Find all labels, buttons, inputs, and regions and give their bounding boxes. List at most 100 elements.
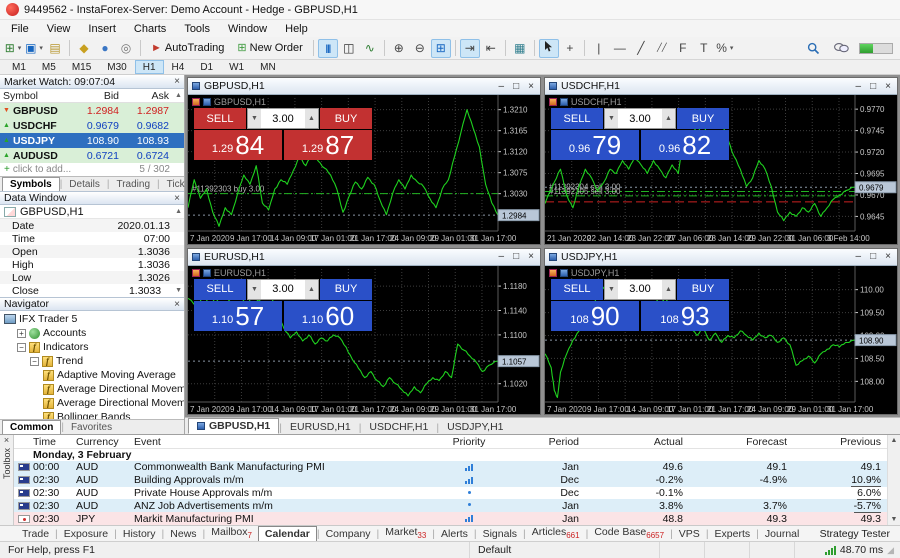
tree-item-bollinger-bands[interactable]: f Bollinger Bands <box>0 410 184 419</box>
buy-price[interactable]: 1.29 87 <box>284 130 372 160</box>
new-order-button[interactable]: ⊞ New Order <box>231 39 308 58</box>
column-header-symbol[interactable]: Symbol <box>0 90 73 102</box>
menu-item-file[interactable]: File <box>2 22 38 36</box>
status-connection[interactable]: 48.70 ms ◢ <box>795 542 900 558</box>
toolbox-tab-news[interactable]: News <box>164 527 202 541</box>
chat-button[interactable] <box>831 39 851 58</box>
maximize-icon[interactable]: □ <box>513 81 519 92</box>
menu-item-window[interactable]: Window <box>219 22 276 36</box>
arrow-objects-button[interactable]: % ▾ <box>715 39 735 58</box>
sell-button[interactable]: SELL <box>551 278 603 300</box>
minimize-icon[interactable]: – <box>499 81 505 92</box>
menu-item-view[interactable]: View <box>38 22 80 36</box>
bar-chart-button[interactable]: ||| <box>317 38 338 58</box>
close-icon[interactable]: × <box>174 193 180 204</box>
chart-canvas[interactable]: USDJPY,H1 SELL ▼ 3.00 ▲ BUY 108 90 108 93 110.00 10… <box>545 265 897 414</box>
sell-price[interactable]: 0.96 79 <box>551 130 639 160</box>
chart-tab-eurusd-h1[interactable]: EURUSD,H1 <box>282 420 359 434</box>
toolbox-tab-company[interactable]: Company <box>320 527 377 541</box>
volume-stepper[interactable]: ▼ 3.00 ▲ <box>247 278 319 300</box>
crosshair-button[interactable]: + <box>560 39 580 58</box>
column-header-bid[interactable]: Bid <box>73 90 123 102</box>
market-watch-add-row[interactable]: + click to add... 5 / 302 <box>0 163 184 176</box>
collapse-minus-icon[interactable]: − <box>30 356 39 366</box>
buy-button[interactable]: BUY <box>320 108 372 129</box>
chart-window-titlebar[interactable]: USDJPY,H1 – □ × <box>545 248 897 266</box>
column-header-ask[interactable]: Ask <box>123 90 173 102</box>
calendar-row[interactable]: 02:30 AUD ANZ Job Advertisements m/m Jan 3.8… <box>14 499 887 513</box>
tree-item-accounts[interactable]: + Accounts <box>0 326 184 340</box>
market-watch-row-audusd[interactable]: ▲ AUDUSD 0.6721 0.6724 <box>0 148 184 163</box>
tree-item-indicators[interactable]: − f Indicators <box>0 340 184 354</box>
buy-price[interactable]: 0.96 82 <box>641 130 729 160</box>
toolbox-tab-signals[interactable]: Signals <box>477 527 523 541</box>
fibonacci-button[interactable]: F <box>673 39 693 58</box>
chart-window-titlebar[interactable]: EURUSD,H1 – □ × <box>188 248 540 266</box>
volume-down-icon[interactable]: ▼ <box>605 279 618 299</box>
chart-tab-gbpusd-h1[interactable]: GBPUSD,H1 <box>188 418 280 434</box>
column-header-actual[interactable]: Actual <box>585 436 689 448</box>
close-icon[interactable]: × <box>885 81 891 92</box>
toolbox-tab-alerts[interactable]: Alerts <box>435 527 474 541</box>
trend-line-button[interactable]: ╱ <box>631 39 651 58</box>
scroll-up-icon[interactable]: ▲ <box>173 92 184 99</box>
toolbox-tab-calendar[interactable]: Calendar <box>257 526 317 541</box>
sell-price[interactable]: 1.29 84 <box>194 130 282 160</box>
tree-item-average-directional-movement[interactable]: fAverage Directional Movement <box>0 396 184 410</box>
horizontal-line-button[interactable]: — <box>610 39 630 58</box>
column-header-period[interactable]: Period <box>497 436 585 448</box>
broadcast-button[interactable]: ◎ <box>116 39 136 58</box>
tab-favorites[interactable]: Favorites <box>64 421 119 434</box>
status-profile[interactable]: Default <box>470 542 660 558</box>
community-button[interactable]: ● <box>95 39 115 58</box>
candlestick-chart-button[interactable]: ◫ <box>339 39 359 58</box>
calendar-row[interactable]: 02:30 JPY Markit Manufacturing PMI Jan 48.8 4… <box>14 512 887 525</box>
market-watch-row-usdjpy[interactable]: ▲ USDJPY 108.90 108.93 <box>0 133 184 148</box>
close-icon[interactable]: × <box>885 251 891 262</box>
volume-stepper[interactable]: ▼ 3.00 ▲ <box>247 108 319 129</box>
sell-button[interactable]: SELL <box>194 108 246 129</box>
timeframe-m1[interactable]: M1 <box>4 60 34 74</box>
timeframe-h1[interactable]: H1 <box>134 60 164 74</box>
auto-scroll-button[interactable]: ⇥ <box>459 38 480 58</box>
timeframe-m15[interactable]: M15 <box>64 60 99 74</box>
cursor-button[interactable] <box>538 38 559 58</box>
chart-canvas[interactable]: GBPUSD,H1 SELL ▼ 3.00 ▲ BUY 1.29 84 1.29 87 1.3210… <box>188 95 540 244</box>
toolbox-tab-exposure[interactable]: Exposure <box>58 527 114 541</box>
timeframe-mn[interactable]: MN <box>252 60 284 74</box>
close-icon[interactable]: × <box>528 81 534 92</box>
sell-button[interactable]: SELL <box>194 278 246 300</box>
minimize-icon[interactable]: – <box>856 81 862 92</box>
autotrading-button[interactable]: ► AutoTrading <box>145 39 230 58</box>
market-button[interactable]: ◆ <box>74 39 94 58</box>
minimize-icon[interactable]: – <box>499 251 505 262</box>
toolbox-tab-mailbox[interactable]: Mailbox7 <box>205 525 258 541</box>
column-header-time[interactable]: Time <box>14 436 76 448</box>
toolbox-tab-vps[interactable]: VPS <box>673 527 706 541</box>
volume-up-icon[interactable]: ▲ <box>662 109 675 128</box>
timeframe-m5[interactable]: M5 <box>34 60 64 74</box>
market-watch-row-gbpusd[interactable]: ▼ GBPUSD 1.2984 1.2987 <box>0 103 184 118</box>
metaeditor-button[interactable]: ▤ <box>45 39 65 58</box>
close-icon[interactable]: × <box>4 436 9 445</box>
tab-common[interactable]: Common <box>2 420 62 434</box>
sell-button[interactable]: SELL <box>551 108 603 129</box>
sell-price[interactable]: 108 90 <box>551 300 639 331</box>
chart-window-titlebar[interactable]: USDCHF,H1 – □ × <box>545 78 897 95</box>
calendar-scrollbar[interactable]: ▲ ▼ <box>887 435 900 525</box>
vertical-line-button[interactable]: | <box>589 39 609 58</box>
calendar-row[interactable]: 02:30 AUD Building Approvals m/m Dec -0.2% -4… <box>14 473 887 488</box>
maximize-icon[interactable]: □ <box>870 251 876 262</box>
tree-item-average-directional-movement[interactable]: fAverage Directional Movement <box>0 382 184 396</box>
scroll-up-icon[interactable]: ▲ <box>891 437 898 444</box>
open-profile-button[interactable]: ▣ ▾ <box>24 39 44 58</box>
volume-stepper[interactable]: ▼ 3.00 ▲ <box>604 278 676 300</box>
sell-price[interactable]: 1.10 57 <box>194 300 282 331</box>
close-icon[interactable]: × <box>174 76 180 87</box>
new-chart-button[interactable]: ⊞ ▾ <box>3 39 23 58</box>
chart-tab-usdjpy-h1[interactable]: USDJPY,H1 <box>439 420 511 434</box>
volume-up-icon[interactable]: ▲ <box>662 279 675 299</box>
tab-symbols[interactable]: Symbols <box>2 177 60 191</box>
close-icon[interactable]: × <box>528 251 534 262</box>
timeframe-d1[interactable]: D1 <box>192 60 221 74</box>
